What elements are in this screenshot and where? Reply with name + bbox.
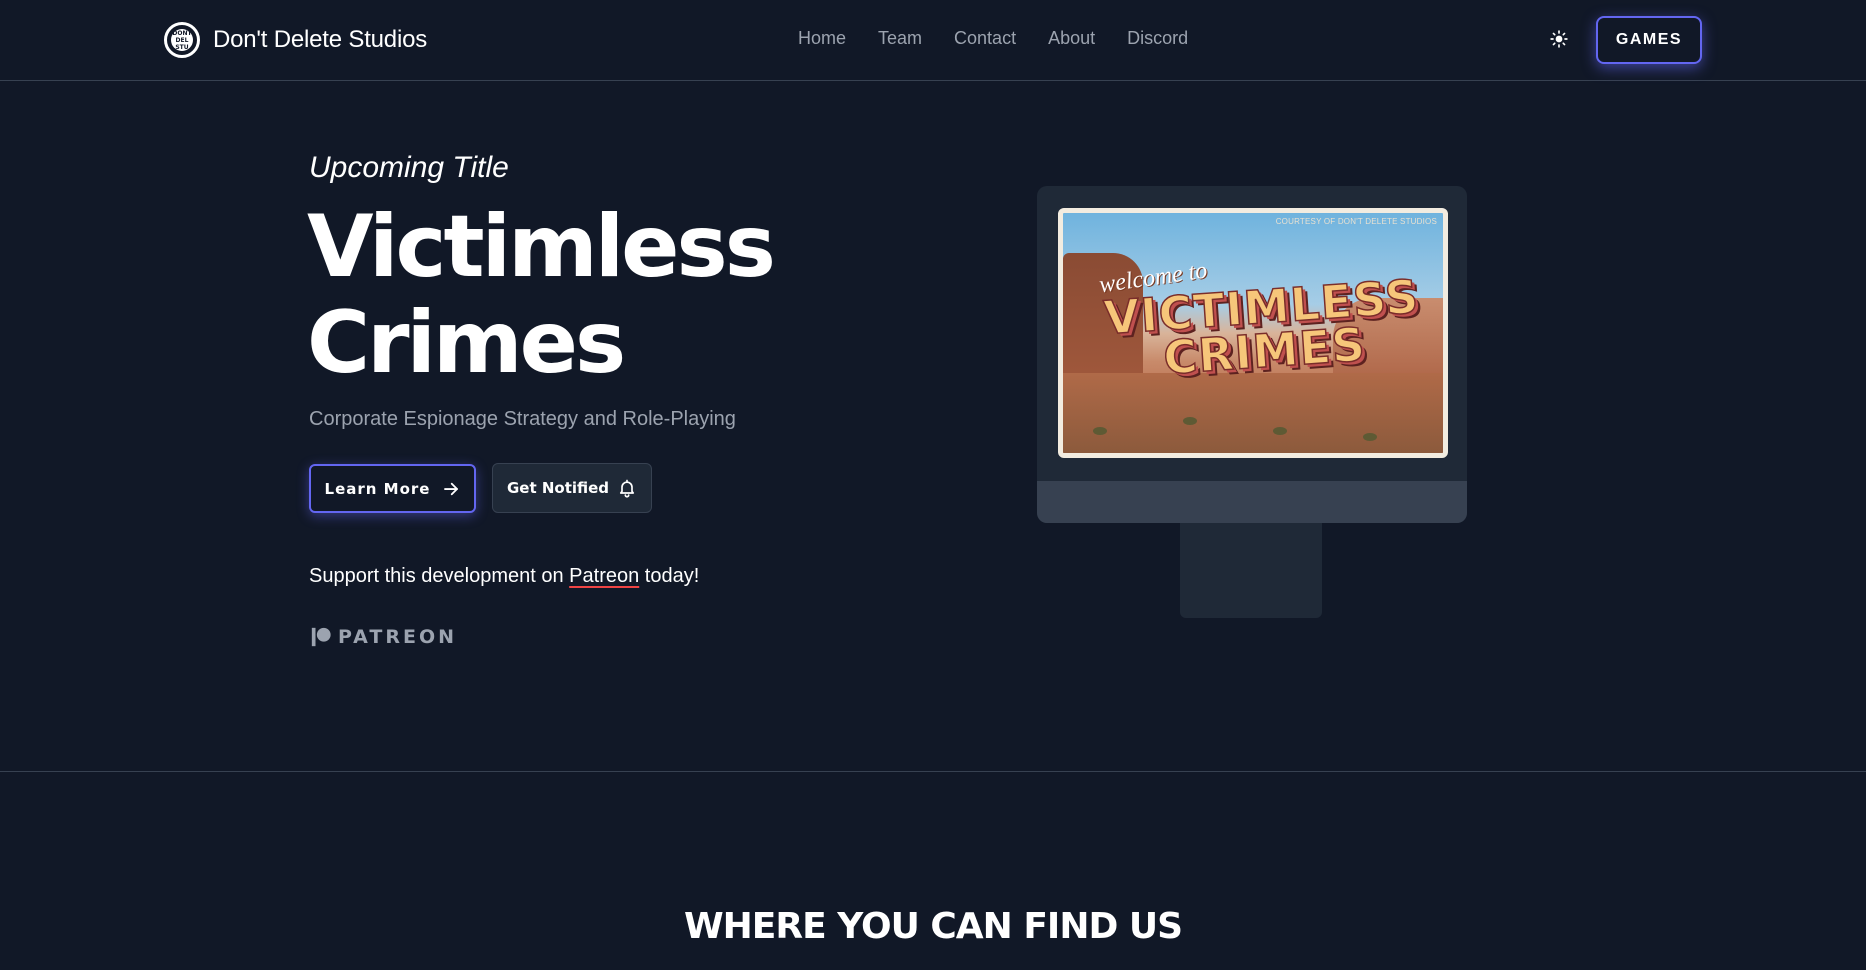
theme-toggle-button[interactable] [1549,29,1569,49]
learn-more-button[interactable]: Learn More [309,464,476,513]
nav-item-contact[interactable]: Contact [954,28,1016,49]
support-text: Support this development on Patreon toda… [309,565,699,588]
site-header: DONT DEL STU Don't Delete Studios Home T… [0,0,1866,81]
studio-logo-icon: DONT DEL STU [164,22,200,58]
studio-logo-mark: DONT DEL STU [171,29,193,51]
shrub [1273,427,1287,435]
get-notified-button[interactable]: Get Notified [492,463,652,513]
shrub [1363,433,1377,441]
page: DONT DEL STU Don't Delete Studios Home T… [0,0,1866,970]
patreon-link[interactable]: Patreon [569,565,639,587]
hero-eyebrow: Upcoming Title [309,151,509,184]
get-notified-label: Get Notified [506,479,610,497]
nav-item-home[interactable]: Home [798,28,846,49]
monitor-mockup: COURTESY OF DON'T DELETE STUDIOS welcome… [1037,186,1467,523]
nav-item-discord[interactable]: Discord [1127,28,1188,49]
hero-subtitle: Corporate Espionage Strategy and Role-Pl… [309,408,736,430]
victimless-crimes-promo-image: COURTESY OF DON'T DELETE STUDIOS welcome… [1058,208,1448,458]
patreon-logo-link[interactable]: PATREON [310,625,457,649]
shrub [1093,427,1107,435]
hero-section: Upcoming Title Victimless Crimes Corpora… [0,81,1866,772]
section-heading: WHERE YOU CAN FIND US [683,906,1183,947]
patreon-icon [311,627,331,647]
arrow-right-icon [444,482,459,495]
patreon-wordmark: PATREON [338,626,458,648]
brand-link[interactable]: DONT DEL STU Don't Delete Studios [164,22,427,58]
shrub [1183,417,1197,425]
hero-title-line1: Victimless [307,197,776,297]
brand-name: Don't Delete Studios [213,26,428,53]
bell-icon [619,479,635,498]
monitor-chin [1037,481,1467,523]
promo-courtesy-text: COURTESY OF DON'T DELETE STUDIOS [1275,217,1437,226]
learn-more-label: Learn More [324,479,431,498]
desert-ground [1063,373,1443,453]
hero-title-line2: Crimes [307,293,626,393]
nav-item-about[interactable]: About [1048,28,1095,49]
support-prefix: Support this development on [309,565,570,587]
games-button[interactable]: GAMES [1596,16,1702,64]
support-suffix: today! [639,565,700,587]
main-nav: Home Team Contact About Discord [798,28,1188,49]
sun-icon [1550,30,1568,48]
monitor-stand [1180,523,1322,618]
nav-item-team[interactable]: Team [878,28,922,49]
hero-title: Victimless Crimes [307,199,867,391]
